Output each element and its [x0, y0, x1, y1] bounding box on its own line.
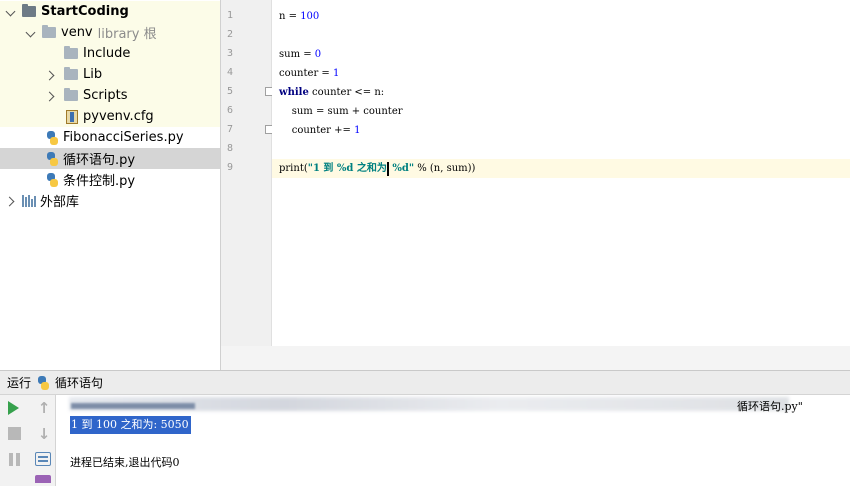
- tree-item-root[interactable]: StartCoding: [0, 1, 220, 22]
- tree-item-label: Lib: [83, 67, 103, 82]
- line-number: 9: [226, 162, 233, 173]
- code-line-6[interactable]: sum = sum + counter: [272, 102, 850, 121]
- python-file-icon: [46, 151, 59, 166]
- config-file-icon: [66, 109, 78, 124]
- process-exit-message: 进程已结束,退出代码0: [70, 456, 180, 469]
- console-output-line: 1 到 100 之和为: 5050: [70, 416, 191, 434]
- folder-icon: [64, 46, 78, 59]
- code-keyword: while: [279, 87, 309, 98]
- code-text: sum = sum + counter: [279, 106, 403, 117]
- run-config-tab[interactable]: 循环语句: [55, 374, 103, 391]
- tree-item-loop-file[interactable]: 循环语句.py: [0, 148, 220, 169]
- code-text: counter <= n:: [308, 87, 385, 98]
- up-arrow-icon[interactable]: ↑: [36, 400, 52, 416]
- code-line-1[interactable]: n = 100: [272, 7, 850, 26]
- code-string: %d": [388, 163, 415, 174]
- tree-item-condition-file[interactable]: 条件控制.py: [0, 169, 220, 190]
- tree-item-lib[interactable]: Lib: [0, 64, 220, 85]
- python-file-icon: [46, 130, 59, 145]
- chevron-right-icon[interactable]: [6, 196, 16, 206]
- code-text: counter +=: [279, 125, 355, 136]
- code-text: print(: [279, 163, 308, 174]
- project-tree-panel: StartCoding venv library 根 Include Lib S…: [0, 0, 221, 370]
- python-file-icon: [46, 172, 59, 187]
- print-icon[interactable]: [35, 475, 51, 483]
- tree-item-label: FibonacciSeries.py: [63, 130, 184, 145]
- folder-icon: [22, 4, 36, 17]
- line-number: 3: [226, 48, 233, 59]
- tree-item-label: pyvenv.cfg: [83, 109, 154, 124]
- code-line-5[interactable]: while counter <= n:: [272, 83, 850, 102]
- code-line-3[interactable]: sum = 0: [272, 45, 850, 64]
- line-number: 7: [226, 124, 233, 135]
- tree-item-venv[interactable]: venv library 根: [0, 22, 220, 43]
- tree-item-fibonacci[interactable]: FibonacciSeries.py: [0, 127, 220, 148]
- editor-gutter[interactable]: 1 2 3 4 5 6 7 8 9: [221, 0, 274, 346]
- chevron-down-icon[interactable]: [26, 28, 36, 38]
- python-file-icon: [37, 375, 50, 390]
- editor-empty-area: [221, 346, 850, 370]
- code-number: 100: [300, 11, 320, 22]
- tree-item-label: 条件控制.py: [63, 174, 136, 189]
- tree-item-label: StartCoding: [41, 4, 129, 19]
- code-string: "1 到 %d 之和为: [307, 163, 387, 174]
- library-icon: [22, 194, 36, 207]
- run-console[interactable]: 循环语句.py" 1 到 100 之和为: 5050 进程已结束,退出代码0: [57, 395, 850, 486]
- line-number: 8: [226, 143, 233, 154]
- run-tool-window-header: 运行 循环语句: [0, 370, 850, 395]
- code-text: % (n, sum)): [414, 163, 476, 174]
- line-number: 2: [226, 29, 233, 40]
- tree-item-label: venv: [61, 25, 93, 40]
- tree-item-label: Include: [83, 46, 131, 61]
- line-number: 1: [226, 10, 233, 21]
- folder-icon: [64, 88, 78, 101]
- run-toolbar: ↑ ↓: [0, 395, 56, 486]
- chevron-down-icon[interactable]: [6, 7, 16, 17]
- tree-item-pyvenv-cfg[interactable]: pyvenv.cfg: [0, 106, 220, 127]
- line-number: 4: [226, 67, 233, 78]
- soft-wrap-icon[interactable]: [35, 452, 51, 466]
- code-number: 1: [354, 125, 361, 136]
- code-text: n =: [279, 11, 301, 22]
- code-line-7[interactable]: counter += 1: [272, 121, 850, 140]
- pause-icon[interactable]: [9, 453, 21, 466]
- folder-icon: [42, 25, 56, 38]
- code-line-9[interactable]: print("1 到 %d 之和为 %d" % (n, sum)): [272, 159, 850, 178]
- code-number: 1: [332, 68, 340, 79]
- line-number: 5: [226, 86, 233, 97]
- down-arrow-icon[interactable]: ↓: [36, 426, 52, 442]
- tree-item-label: Scripts: [83, 88, 128, 103]
- stop-icon[interactable]: [8, 427, 21, 440]
- code-line-4[interactable]: counter = 1: [272, 64, 850, 83]
- code-text: counter =: [279, 68, 333, 79]
- tree-item-include[interactable]: Include: [0, 43, 220, 64]
- play-icon[interactable]: [8, 401, 19, 415]
- run-label: 运行: [7, 376, 32, 390]
- code-editor[interactable]: n = 100 sum = 0 counter = 1 while counte…: [272, 0, 850, 346]
- chevron-right-icon[interactable]: [46, 70, 56, 80]
- tree-item-label: 外部库: [40, 195, 80, 210]
- chevron-right-icon[interactable]: [46, 91, 56, 101]
- library-root-tag: library 根: [97, 27, 157, 42]
- folder-icon: [64, 67, 78, 80]
- blurred-selection: [71, 403, 195, 409]
- line-number: 6: [226, 105, 233, 116]
- code-number: 0: [314, 49, 322, 60]
- code-text: sum =: [279, 49, 315, 60]
- tree-item-scripts[interactable]: Scripts: [0, 85, 220, 106]
- tree-item-external-libs[interactable]: 外部库: [0, 190, 220, 211]
- command-line-tail: 循环语句.py": [737, 400, 803, 413]
- tree-item-label: 循环语句.py: [63, 153, 136, 168]
